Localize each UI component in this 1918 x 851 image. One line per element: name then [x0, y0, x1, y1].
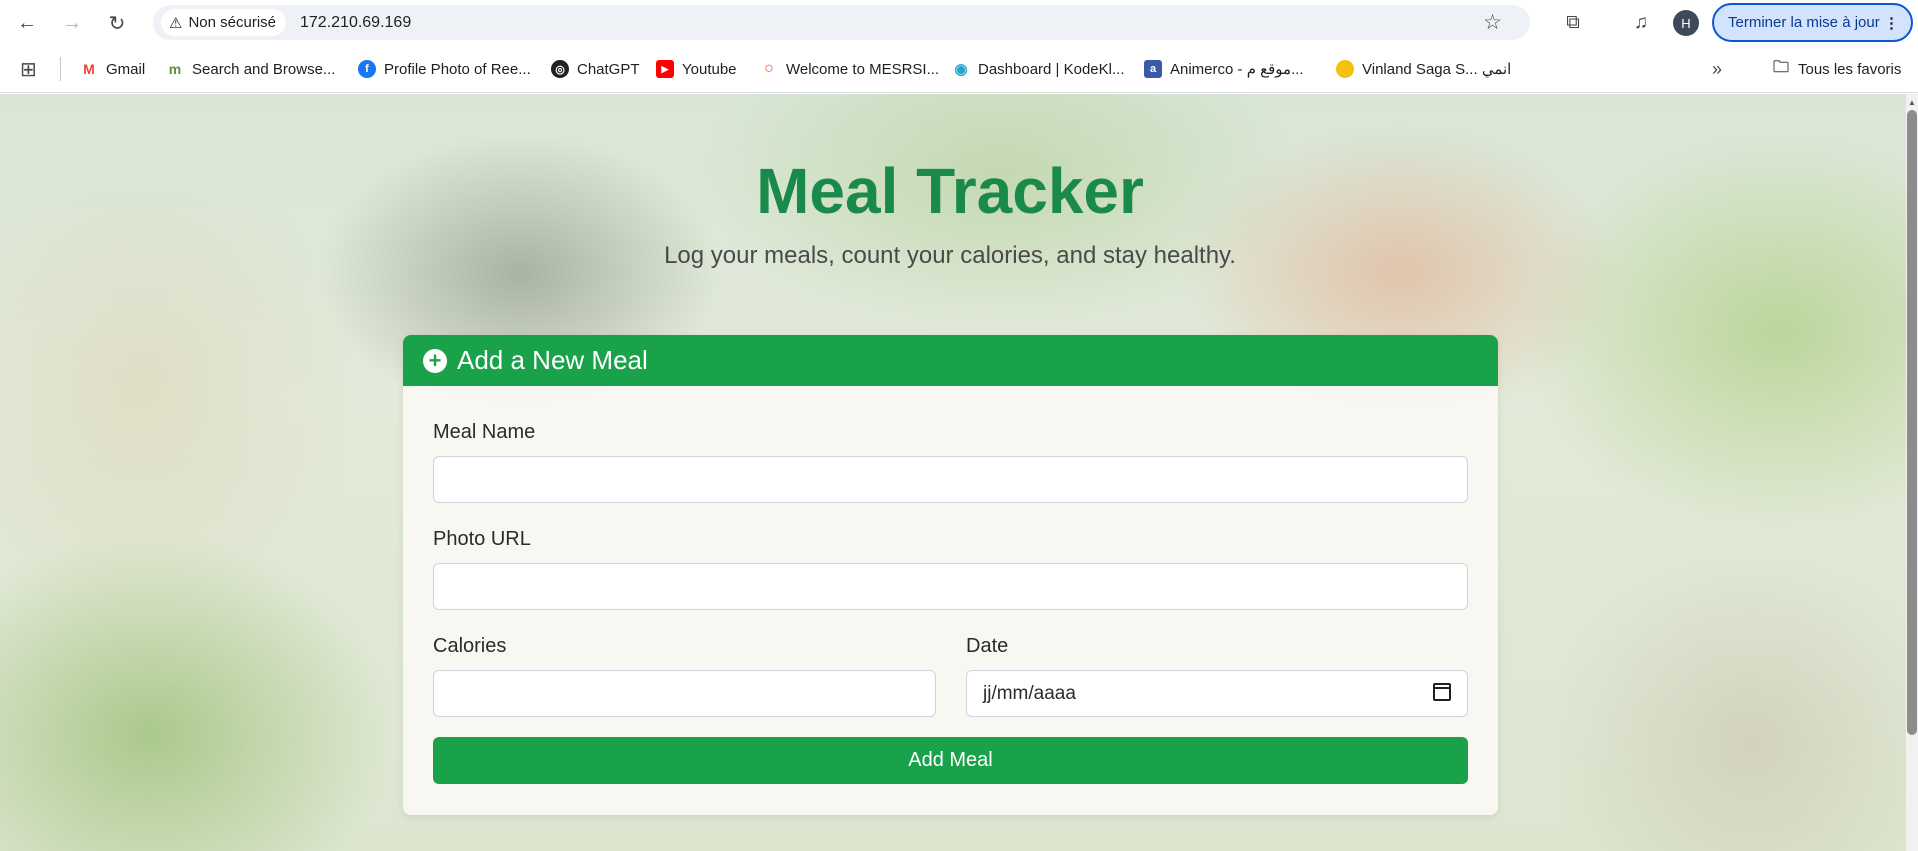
meal-name-label: Meal Name [433, 421, 536, 443]
all-bookmarks-folder[interactable]: 🗀 Tous les favoris [1772, 57, 1901, 81]
card-header-title: Add a New Meal [457, 345, 648, 375]
card-header: + Add a New Meal [403, 335, 1498, 386]
page-title: Meal Tracker [756, 155, 1144, 227]
media-controls-icon[interactable]: ♫ [1626, 8, 1656, 38]
profile-avatar[interactable]: H [1673, 10, 1699, 36]
meal-name-input[interactable] [450, 468, 1467, 491]
folder-icon: 🗀 [1772, 59, 1790, 78]
more-menu-icon[interactable]: ⋮ [1884, 14, 1899, 32]
animerco-icon: a [1144, 60, 1162, 78]
calories-label: Calories [433, 635, 507, 657]
security-label: Non sécurisé [188, 14, 276, 31]
security-chip[interactable]: ⚠ Non sécurisé [161, 9, 286, 36]
forward-arrow-icon[interactable]: → [57, 8, 87, 38]
reload-icon[interactable]: ↻ [102, 8, 132, 38]
more-bookmarks-icon[interactable]: » [1712, 57, 1722, 81]
bookmarks-divider [60, 57, 61, 81]
address-bar[interactable]: ⚠ Non sécurisé 172.210.69.169 ☆ [153, 5, 1530, 40]
calories-input[interactable] [450, 682, 935, 705]
bookmark-kodekloud[interactable]: ◉ Dashboard | KodeKl... [952, 57, 1124, 81]
extensions-icon[interactable]: ⧉ [1558, 8, 1588, 38]
bookmark-vinland-saga[interactable]: ● Vinland Saga S... انمي [1336, 57, 1511, 81]
bookmark-star-icon[interactable]: ☆ [1483, 10, 1502, 35]
url-text[interactable]: 172.210.69.169 [300, 14, 411, 32]
bookmark-search-browse[interactable]: m Search and Browse... [166, 57, 335, 81]
gmail-icon: M [80, 60, 98, 78]
plus-circle-icon: + [423, 348, 447, 373]
kodekloud-icon: ◉ [952, 60, 970, 78]
browser-toolbar: ← → ↻ ⚠ Non sécurisé 172.210.69.169 ☆ ⧉ … [0, 0, 1918, 45]
bookmark-youtube[interactable]: ▶ Youtube [656, 57, 737, 81]
meal-name-field[interactable] [433, 456, 1468, 503]
scroll-up-arrow-icon[interactable]: ▲ [1906, 98, 1918, 108]
bookmark-animerco[interactable]: a Animerco - موقع م... [1144, 57, 1304, 81]
vinland-saga-icon: ● [1336, 60, 1354, 78]
bookmarks-bar: ⊞ M Gmail m Search and Browse... f Profile … [0, 45, 1918, 93]
add-meal-card: + Add a New Meal Meal Name Photo URL Cal… [403, 335, 1498, 815]
photo-url-label: Photo URL [433, 528, 531, 550]
add-meal-button[interactable]: Add Meal [433, 737, 1468, 784]
photo-url-input[interactable] [450, 575, 1467, 598]
calendar-icon[interactable] [1433, 683, 1451, 701]
facebook-icon: f [358, 60, 376, 78]
scrollbar-thumb[interactable] [1907, 110, 1917, 735]
youtube-icon: ▶ [656, 60, 674, 78]
calories-field[interactable] [433, 670, 936, 717]
update-button[interactable]: Terminer la mise à jour ⋮ [1712, 3, 1913, 42]
page-content: Meal Tracker Log your meals, count your … [0, 94, 1906, 851]
bookmark-mesrsi[interactable]: ○ Welcome to MESRSI... [760, 57, 939, 81]
date-placeholder: jj/mm/aaaa [983, 682, 1076, 704]
back-arrow-icon[interactable]: ← [12, 8, 42, 38]
photo-url-field[interactable] [433, 563, 1468, 610]
page-subtitle: Log your meals, count your calories, and… [664, 242, 1236, 269]
bookmark-gmail[interactable]: M Gmail [80, 57, 145, 81]
apps-grid-icon[interactable]: ⊞ [20, 57, 37, 81]
chatgpt-icon: ◎ [551, 60, 569, 78]
search-browse-icon: m [166, 60, 184, 78]
update-button-label: Terminer la mise à jour [1728, 14, 1880, 31]
bookmark-facebook[interactable]: f Profile Photo of Ree... [358, 57, 531, 81]
bookmark-chatgpt[interactable]: ◎ ChatGPT [551, 57, 640, 81]
date-field[interactable]: jj/mm/aaaa [966, 670, 1468, 717]
date-label: Date [966, 635, 1009, 657]
warning-icon: ⚠ [169, 14, 183, 32]
mesrsi-icon: ○ [760, 60, 778, 78]
